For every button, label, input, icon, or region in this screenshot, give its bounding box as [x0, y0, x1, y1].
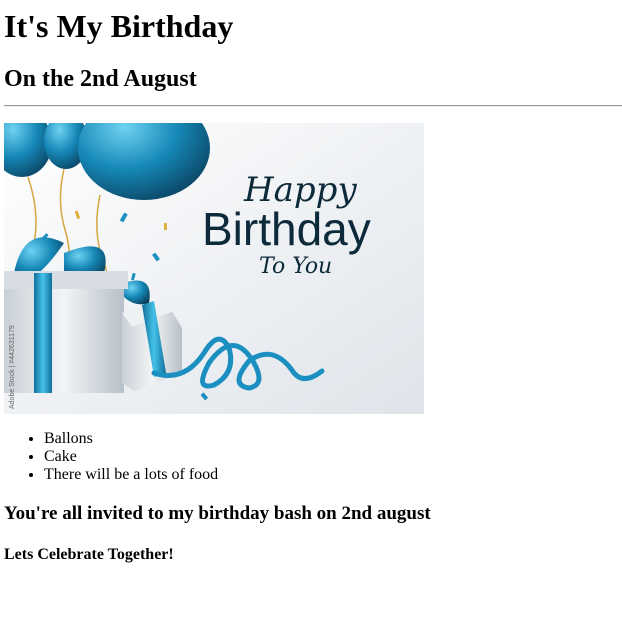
invite-heading: You're all invited to my birthday bash o… [4, 503, 431, 524]
page-title: It's My Birthday [4, 8, 234, 44]
divider [4, 105, 622, 107]
closing-heading: Lets Celebrate Together! [4, 546, 174, 563]
birthday-banner-image: Happy Birthday To You Adobe Stock | #442… [4, 123, 424, 414]
list-item: Cake [44, 448, 218, 466]
banner-toyou-text: To You [259, 254, 332, 279]
banner-birthday-text: Birthday [202, 203, 371, 255]
page-subtitle: On the 2nd August [4, 66, 197, 92]
party-list: Ballons Cake There will be a lots of foo… [4, 430, 218, 484]
banner-watermark-text: Adobe Stock | #442631179 [9, 325, 16, 409]
list-item: There will be a lots of food [44, 466, 218, 484]
list-item: Ballons [44, 430, 218, 448]
